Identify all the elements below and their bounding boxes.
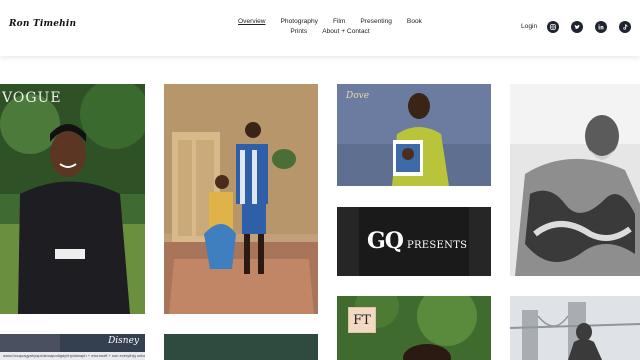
nav-presenting[interactable]: Presenting <box>360 17 392 27</box>
photo-dove-campaign[interactable]: Dove <box>337 84 491 186</box>
linkedin-icon[interactable] <box>595 21 607 33</box>
gq-presents-text: PRESENTS <box>406 240 468 251</box>
nav-photography[interactable]: Photography <box>281 17 318 27</box>
dove-text: Dove <box>346 91 370 101</box>
image-caption-bar: www.hxcquagyahyaplotwoapodigdyhhplotwaph… <box>0 352 145 360</box>
instagram-icon[interactable] <box>547 21 559 33</box>
photo-gq-presents[interactable]: GQ PRESENTS <box>337 207 491 276</box>
photo-disney-portrait[interactable]: Disney www.hxcquagyahyaplotwoapodigdyhhp… <box>0 334 145 360</box>
photo-ft-portrait[interactable]: FT <box>337 296 491 360</box>
photo-bw-portrait[interactable] <box>510 84 640 276</box>
photo-bridge-portrait[interactable] <box>510 296 640 360</box>
site-header: Ron Timehin Overview Photography Film Pr… <box>0 0 640 56</box>
gq-logo-group: GQ PRESENTS <box>367 228 467 254</box>
tiktok-icon[interactable] <box>619 21 631 33</box>
site-logo[interactable]: Ron Timehin <box>9 19 76 29</box>
nav-book[interactable]: Book <box>407 17 422 27</box>
nav-overview[interactable]: Overview <box>238 17 265 27</box>
main-nav: Overview Photography Film Presenting Boo… <box>230 17 430 37</box>
login-link[interactable]: Login <box>521 23 537 30</box>
disney-text: Disney <box>108 336 139 346</box>
gq-logo: GQ <box>367 228 404 254</box>
ft-logo: FT <box>348 307 376 333</box>
vogue-text: VOGUE <box>2 90 62 106</box>
nav-about-contact[interactable]: About + Contact <box>322 27 369 37</box>
twitter-icon[interactable] <box>571 21 583 33</box>
photo-couple-portrait[interactable] <box>164 84 318 314</box>
photo-vogue-portrait[interactable]: VOGUE <box>0 84 145 314</box>
nav-prints[interactable]: Prints <box>290 27 307 37</box>
photo-green-portrait[interactable] <box>164 334 318 360</box>
nav-film[interactable]: Film <box>333 17 345 27</box>
